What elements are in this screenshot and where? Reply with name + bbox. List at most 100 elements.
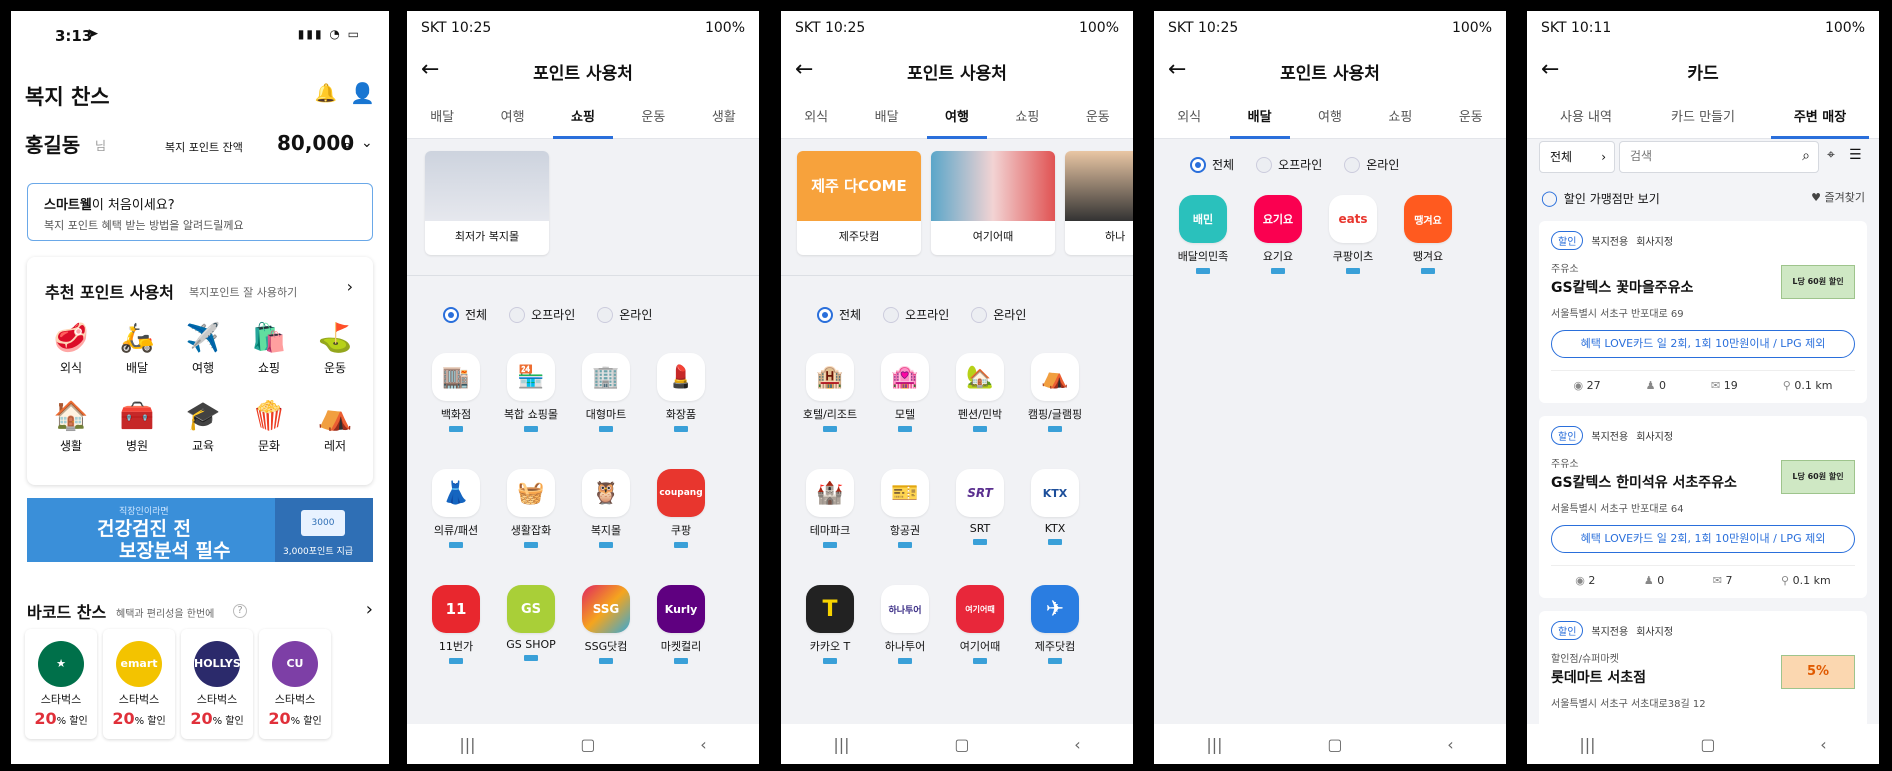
- recent-apps-icon[interactable]: |||: [833, 735, 849, 754]
- category-item[interactable]: ⛺ 레저: [305, 399, 365, 454]
- usage-item[interactable]: 배민 배달의민족: [1166, 195, 1240, 274]
- tab-3[interactable]: 쇼핑: [1370, 97, 1430, 139]
- radio-2[interactable]: 온라인: [597, 306, 652, 323]
- usage-item[interactable]: eats 쿠팡이츠: [1316, 195, 1390, 274]
- filter-icon[interactable]: ☰: [1849, 147, 1862, 163]
- filter-select[interactable]: 전체 ›: [1539, 141, 1615, 173]
- tab-2[interactable]: 주변 매장: [1771, 97, 1869, 139]
- mall-banner[interactable]: 최저가 복지몰: [425, 151, 549, 255]
- category-item[interactable]: 🛵 배달: [107, 321, 167, 376]
- benefit-button[interactable]: 혜택 LOVE카드 일 2회, 1회 10만원이내 / LPG 제외: [1551, 525, 1855, 553]
- usage-item[interactable]: Kurly 마켓컬리: [644, 585, 718, 664]
- usage-item[interactable]: 🎫 항공권: [868, 469, 942, 548]
- travel-banner-3[interactable]: 하나: [1065, 151, 1133, 255]
- usage-item[interactable]: 11 11번가: [419, 585, 493, 664]
- profile-icon[interactable]: 👤: [350, 81, 375, 105]
- tab-4[interactable]: 생활: [694, 97, 754, 139]
- usage-item[interactable]: 땡겨요 땡겨요: [1391, 195, 1465, 274]
- usage-item[interactable]: 🏪 복합 쇼핑몰: [494, 353, 568, 432]
- tab-2[interactable]: 여행: [1300, 97, 1360, 139]
- travel-banner-1[interactable]: 제주 다COME 제주닷컴: [797, 151, 921, 255]
- recent-apps-icon[interactable]: |||: [1206, 735, 1222, 754]
- store-card[interactable]: CU 스타벅스 20% 할인: [259, 629, 331, 739]
- tip-box[interactable]: 스마트웰이 처음이세요? 복지 포인트 혜택 받는 방법을 알려드릴께요: [27, 183, 373, 241]
- category-item[interactable]: 🏠 생활: [41, 399, 101, 454]
- category-item[interactable]: 🛍️ 쇼핑: [239, 321, 299, 376]
- tab-3[interactable]: 쇼핑: [997, 97, 1057, 139]
- category-item[interactable]: ✈️ 여행: [173, 321, 233, 376]
- home-icon[interactable]: ▢: [1700, 735, 1715, 754]
- tab-4[interactable]: 운동: [1068, 97, 1128, 139]
- usage-item[interactable]: GS GS SHOP: [494, 585, 568, 661]
- nav-back-icon[interactable]: ‹: [1820, 735, 1826, 754]
- usage-item[interactable]: 🏰 테마파크: [793, 469, 867, 548]
- radio-1[interactable]: 오프라인: [1256, 156, 1322, 173]
- usage-item[interactable]: 🏬 백화점: [419, 353, 493, 432]
- home-icon[interactable]: ▢: [580, 735, 595, 754]
- benefit-button[interactable]: 혜택 LOVE카드 일 2회, 1회 10만원이내 / LPG 제외: [1551, 330, 1855, 358]
- category-item[interactable]: 🍿 문화: [239, 399, 299, 454]
- radio-0[interactable]: 전체: [1190, 156, 1234, 173]
- tab-4[interactable]: 운동: [1441, 97, 1501, 139]
- search-icon[interactable]: ⌕: [1802, 148, 1810, 164]
- location-target-icon[interactable]: ⌖: [1827, 147, 1835, 163]
- usage-item[interactable]: SRT SRT: [943, 469, 1017, 545]
- bell-icon[interactable]: 🔔: [315, 83, 337, 104]
- travel-banner-2[interactable]: 여기어때: [931, 151, 1055, 255]
- radio-1[interactable]: 오프라인: [509, 306, 575, 323]
- tab-0[interactable]: 외식: [1159, 97, 1219, 139]
- recent-apps-icon[interactable]: |||: [459, 735, 475, 754]
- store-card[interactable]: HOLLYS 스타벅스 20% 할인: [181, 629, 253, 739]
- usage-item[interactable]: KTX KTX: [1018, 469, 1092, 545]
- usage-item[interactable]: 하나투어 하나투어: [868, 585, 942, 664]
- radio-2[interactable]: 온라인: [971, 306, 1026, 323]
- back-arrow-icon[interactable]: ←: [795, 57, 813, 82]
- category-item[interactable]: 🧰 병원: [107, 399, 167, 454]
- chevron-down-icon[interactable]: ⌄: [361, 135, 373, 151]
- usage-item[interactable]: 🧺 생활잡화: [494, 469, 568, 548]
- tab-3[interactable]: 운동: [623, 97, 683, 139]
- nav-back-icon[interactable]: ‹: [700, 735, 706, 754]
- usage-item[interactable]: T 카카오 T: [793, 585, 867, 664]
- usage-item[interactable]: 요기요 요기요: [1241, 195, 1315, 274]
- usage-item[interactable]: SSG SSG닷컴: [569, 585, 643, 664]
- favorites-button[interactable]: ♥ 즐겨찾기: [1811, 189, 1865, 205]
- barcode-chevron-icon[interactable]: ›: [366, 599, 373, 620]
- tab-1[interactable]: 여행: [483, 97, 543, 139]
- tab-1[interactable]: 카드 만들기: [1654, 97, 1752, 139]
- nav-back-icon[interactable]: ‹: [1447, 735, 1453, 754]
- tab-0[interactable]: 사용 내역: [1537, 97, 1635, 139]
- back-arrow-icon[interactable]: ←: [1168, 57, 1186, 82]
- tab-2[interactable]: 여행: [927, 97, 987, 139]
- tab-1[interactable]: 배달: [1229, 97, 1290, 139]
- usage-item[interactable]: ⛺ 캠핑/글램핑: [1018, 353, 1092, 432]
- radio-0[interactable]: 전체: [817, 306, 861, 323]
- radio-2[interactable]: 온라인: [1344, 156, 1399, 173]
- usage-item[interactable]: 🏡 펜션/민박: [943, 353, 1017, 432]
- back-arrow-icon[interactable]: ←: [1541, 57, 1559, 82]
- home-icon[interactable]: ▢: [1327, 735, 1342, 754]
- usage-item[interactable]: 🏨 호텔/리조트: [793, 353, 867, 432]
- usage-item[interactable]: ✈ 제주닷컴: [1018, 585, 1092, 664]
- home-icon[interactable]: ▢: [954, 735, 969, 754]
- recent-apps-icon[interactable]: |||: [1579, 735, 1595, 754]
- store-card[interactable]: ★ 스타벅스 20% 할인: [25, 629, 97, 739]
- category-item[interactable]: 🥩 외식: [41, 321, 101, 376]
- help-icon[interactable]: ?: [233, 604, 247, 618]
- search-input[interactable]: [1630, 149, 1780, 163]
- usage-item[interactable]: 🏩 모텔: [868, 353, 942, 432]
- tab-2[interactable]: 쇼핑: [553, 97, 613, 139]
- tab-0[interactable]: 배달: [412, 97, 472, 139]
- store-card[interactable]: emart 스타벅스 20% 할인: [103, 629, 175, 739]
- category-item[interactable]: 🎓 교육: [173, 399, 233, 454]
- tab-1[interactable]: 배달: [857, 97, 917, 139]
- usage-item[interactable]: 🏢 대형마트: [569, 353, 643, 432]
- category-item[interactable]: ⛳ 운동: [305, 321, 365, 376]
- usage-item[interactable]: 👗 의류/패션: [419, 469, 493, 548]
- usage-item[interactable]: 여기어때 여기어때: [943, 585, 1017, 664]
- discount-only-toggle[interactable]: ◯ 할인 가맹점만 보기: [1541, 189, 1660, 207]
- radio-1[interactable]: 오프라인: [883, 306, 949, 323]
- back-arrow-icon[interactable]: ←: [421, 57, 439, 82]
- shop-card[interactable]: 할인 복지전용 회사지정 주유소 GS칼텍스 한미석유 서초주유소 서울특별시 서초구 반…: [1539, 416, 1867, 598]
- nav-back-icon[interactable]: ‹: [1074, 735, 1080, 754]
